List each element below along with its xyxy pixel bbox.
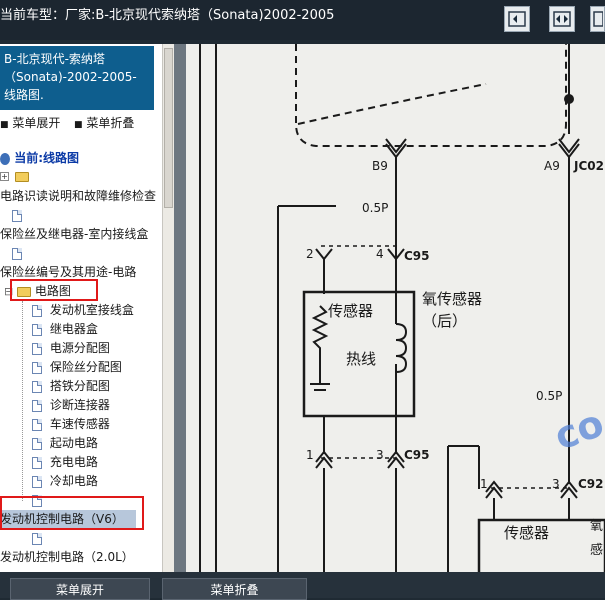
plus-icon: + — [0, 172, 9, 181]
pin-3: 3 — [376, 448, 384, 462]
document-icon — [32, 342, 42, 355]
label-o2-partial: 氧 — [590, 519, 603, 534]
tree-item-relay-box[interactable]: 继电器盒 — [32, 320, 98, 338]
tree-root-current[interactable]: 当前:线路图 — [0, 149, 79, 167]
panel-left-icon — [508, 11, 526, 27]
doc-icon-row — [12, 206, 22, 224]
label-c92: C92 — [578, 477, 604, 491]
sidebar-scrollbar[interactable] — [162, 44, 174, 572]
expand-all-link[interactable]: ■ 菜单展开 — [0, 114, 60, 132]
label-sensor-partial: 感 — [590, 542, 603, 558]
pin-2: 2 — [306, 247, 314, 261]
highlight-box-circuit — [10, 279, 98, 301]
computer-icon — [0, 152, 10, 165]
label-wire-right: 0.5P — [536, 389, 562, 403]
tree-folder-collapsed[interactable]: + — [0, 167, 29, 185]
tree-item-engine-jbox[interactable]: 发动机室接线盒 — [32, 301, 134, 319]
highlight-box-engine-v6 — [0, 496, 144, 530]
document-icon — [32, 380, 42, 393]
label-b9: B9 — [372, 159, 388, 173]
bullet-icon: ■ — [0, 120, 9, 130]
tree-item-charging[interactable]: 充电电路 — [32, 453, 98, 471]
document-icon — [32, 532, 42, 545]
pin-1: 1 — [306, 448, 314, 462]
folder-icon — [14, 171, 29, 182]
doc-icon-row — [12, 244, 22, 262]
label-heater: 热线 — [346, 350, 376, 368]
document-icon — [32, 323, 42, 336]
pane-divider[interactable] — [174, 44, 186, 572]
wiring-diagram-view[interactable]: B9 A9 JC02 0.5P 0.5P 2 4 C95 传感器 热线 氧传感器… — [186, 44, 605, 572]
collapse-all-link[interactable]: ■ 菜单折叠 — [74, 114, 134, 132]
doc-icon-row — [32, 529, 42, 547]
title-bar: 当前车型：厂家:B-北京现代索纳塔（Sonata)2002-2005 — [0, 0, 605, 40]
tree-item-circuit-guide[interactable]: 电路识读说明和故障维修检查 — [0, 187, 156, 205]
bottom-toolbar: 菜单展开 菜单折叠 — [0, 572, 605, 600]
label-c95-bottom: C95 — [404, 448, 430, 462]
pin-4: 4 — [376, 247, 384, 261]
watermark-logo: co — [549, 401, 605, 459]
label-o2-rear: （后） — [422, 312, 467, 330]
tree-item-ground-dist[interactable]: 搭铁分配图 — [32, 377, 110, 395]
document-icon — [32, 399, 42, 412]
wiring-diagram: B9 A9 JC02 0.5P 0.5P 2 4 C95 传感器 热线 氧传感器… — [199, 44, 605, 572]
label-sensor: 传感器 — [328, 302, 373, 320]
document-icon — [32, 304, 42, 317]
label-wire-top: 0.5P — [362, 201, 388, 215]
collapse-left-button[interactable] — [504, 6, 530, 32]
tree-item-power-dist[interactable]: 电源分配图 — [32, 339, 110, 357]
document-icon — [32, 437, 42, 450]
document-icon — [32, 475, 42, 488]
label-o2-sensor: 氧传感器 — [422, 290, 482, 308]
document-icon — [32, 361, 42, 374]
tree-item-starting[interactable]: 起动电路 — [32, 434, 98, 452]
tree-item-diag-connector[interactable]: 诊断连接器 — [32, 396, 110, 414]
sidebar-heading: B-北京现代-索纳塔 （Sonata)-2002-2005- 线路图. — [0, 46, 154, 110]
document-icon — [12, 209, 22, 222]
label-a9: A9 — [544, 159, 560, 173]
bullet-icon: ■ — [74, 120, 83, 130]
pin-1b: 1 — [480, 477, 488, 491]
tree-item-fuse-dist[interactable]: 保险丝分配图 — [32, 358, 122, 376]
footer-collapse-button[interactable]: 菜单折叠 — [162, 578, 307, 600]
collapse-right-button[interactable] — [590, 6, 605, 32]
label-c95-top: C95 — [404, 249, 430, 263]
panel-both-icon — [553, 11, 571, 27]
scrollbar-thumb[interactable] — [164, 48, 173, 208]
label-jc02: JC02 — [573, 159, 604, 173]
footer-expand-button[interactable]: 菜单展开 — [10, 578, 150, 600]
vehicle-title: 当前车型：厂家:B-北京现代索纳塔（Sonata)2002-2005 — [0, 8, 335, 23]
tree-item-cooling[interactable]: 冷却电路 — [32, 472, 98, 490]
panel-right-icon — [592, 11, 603, 27]
tree-item-fuse-relay-indoor[interactable]: 保险丝及继电器-室内接线盒 — [0, 225, 148, 243]
sidebar-tree: B-北京现代-索纳塔 （Sonata)-2002-2005- 线路图. ■ 菜单… — [0, 44, 162, 572]
document-icon — [32, 418, 42, 431]
expand-both-button[interactable] — [549, 6, 575, 32]
document-icon — [12, 247, 22, 260]
pin-3b: 3 — [552, 477, 560, 491]
tree-item-engine-20l[interactable]: 发动机控制电路（2.0L） — [0, 548, 134, 566]
tree-item-speed-sensor[interactable]: 车速传感器 — [32, 415, 110, 433]
document-icon — [32, 456, 42, 469]
label-sensor-2: 传感器 — [504, 524, 549, 542]
